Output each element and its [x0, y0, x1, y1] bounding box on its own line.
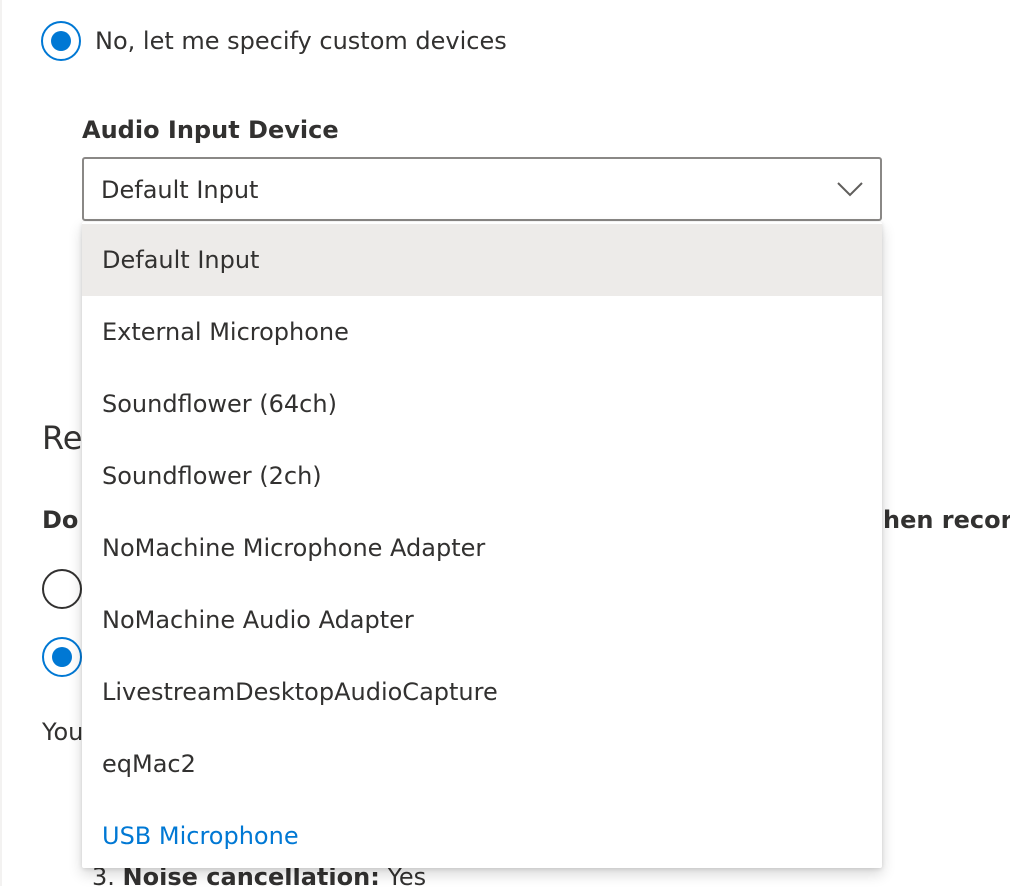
- menu-option-soundflower-2ch[interactable]: Soundflower (2ch): [82, 440, 882, 512]
- recording-option-radio-1[interactable]: [42, 569, 82, 609]
- menu-option-default-input[interactable]: Default Input: [82, 224, 882, 296]
- menu-option-soundflower-64ch[interactable]: Soundflower (64ch): [82, 368, 882, 440]
- recording-option-radio-2[interactable]: [42, 637, 82, 677]
- menu-option-eqmac2[interactable]: eqMac2: [82, 728, 882, 800]
- audio-input-options-menu: Default Input External Microphone Soundf…: [82, 222, 882, 868]
- menu-option-usb-microphone[interactable]: USB Microphone: [82, 800, 882, 868]
- menu-option-external-microphone[interactable]: External Microphone: [82, 296, 882, 368]
- chevron-down-icon: [837, 182, 863, 197]
- recording-question-right: hen record: [883, 506, 1010, 534]
- menu-option-livestream-desktop-audio-capture[interactable]: LivestreamDesktopAudioCapture: [82, 656, 882, 728]
- page-left-border: [0, 0, 2, 886]
- audio-input-dropdown[interactable]: Default Input: [82, 157, 882, 221]
- custom-devices-radio[interactable]: [41, 21, 81, 61]
- recording-question-left: Do: [42, 506, 79, 534]
- menu-option-nomachine-audio-adapter[interactable]: NoMachine Audio Adapter: [82, 584, 882, 656]
- section-heading: Re: [42, 419, 83, 457]
- custom-devices-radio-label[interactable]: No, let me specify custom devices: [95, 26, 507, 56]
- menu-option-nomachine-microphone-adapter[interactable]: NoMachine Microphone Adapter: [82, 512, 882, 584]
- info-text: You: [42, 718, 84, 746]
- audio-input-dropdown-value: Default Input: [101, 176, 259, 204]
- audio-input-device-label: Audio Input Device: [82, 116, 339, 144]
